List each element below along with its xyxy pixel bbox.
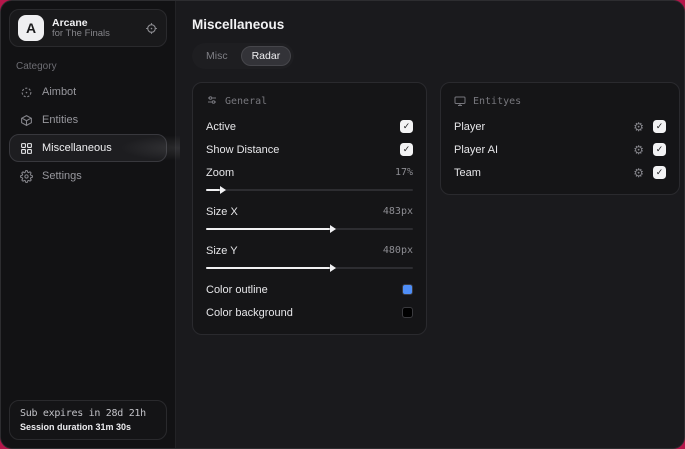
- setting-label: Zoom: [206, 166, 235, 179]
- sidebar-item-label: Entities: [42, 114, 79, 126]
- entity-label: Team: [454, 166, 481, 179]
- panel-general: General Active Show Distance Zoom 17%: [192, 82, 427, 335]
- setting-label: Active: [206, 120, 236, 133]
- app-name: Arcane: [52, 16, 88, 29]
- cube-icon: [19, 114, 33, 127]
- setting-row-size-x: Size X 483px: [206, 201, 413, 222]
- setting-row-active: Active: [206, 116, 413, 137]
- tab-radar[interactable]: Radar: [240, 46, 292, 66]
- color-outline-swatch[interactable]: [402, 284, 413, 295]
- show-distance-checkbox[interactable]: [400, 143, 413, 156]
- setting-row-zoom: Zoom 17%: [206, 162, 413, 183]
- player-checkbox[interactable]: [653, 120, 666, 133]
- session-duration-text: Session duration 31m 30s: [20, 422, 132, 432]
- entity-row-team: Team ⚙: [454, 162, 666, 183]
- size-x-slider-thumb: [206, 225, 337, 233]
- zoom-slider[interactable]: [206, 186, 413, 194]
- crosshair-icon: [19, 86, 33, 99]
- panel-title: Entityes: [473, 95, 522, 107]
- tab-misc[interactable]: Misc: [195, 46, 239, 66]
- size-y-slider[interactable]: [206, 264, 413, 272]
- sidebar-item-aimbot[interactable]: Aimbot: [9, 78, 167, 106]
- sidebar-nav: Aimbot Entities Miscellaneous Settings: [9, 78, 180, 190]
- team-checkbox[interactable]: [653, 166, 666, 179]
- setting-label: Size X: [206, 205, 238, 218]
- subscription-card: Sub expires in 28d 21h Session duration …: [9, 400, 167, 440]
- app-subtitle: for The Finals: [52, 27, 110, 39]
- gear-icon: [19, 169, 33, 183]
- grid-icon: [19, 142, 33, 155]
- category-label: Category: [16, 61, 57, 72]
- setting-row-color-background: Color background: [206, 302, 413, 323]
- gear-icon[interactable]: ⚙: [633, 144, 644, 156]
- sidebar: A Arcane for The Finals Category Aimbot …: [1, 1, 180, 448]
- setting-label: Color background: [206, 306, 293, 319]
- panel-title: General: [225, 95, 268, 107]
- sub-expires-text: Sub expires in 28d 21h: [20, 408, 146, 419]
- target-icon[interactable]: [145, 22, 158, 35]
- entity-row-player-ai: Player AI ⚙: [454, 139, 666, 160]
- entity-label: Player: [454, 120, 486, 133]
- setting-label: Size Y: [206, 244, 238, 257]
- sidebar-item-settings[interactable]: Settings: [9, 162, 167, 190]
- active-checkbox[interactable]: [400, 120, 413, 133]
- gear-icon[interactable]: ⚙: [633, 167, 644, 179]
- setting-row-show-distance: Show Distance: [206, 139, 413, 160]
- setting-row-size-y: Size Y 480px: [206, 240, 413, 261]
- size-y-slider-thumb: [206, 264, 337, 272]
- app-window: A Arcane for The Finals Category Aimbot …: [0, 0, 685, 449]
- zoom-slider-thumb: [206, 186, 228, 194]
- size-x-value: 483px: [382, 206, 413, 217]
- sidebar-item-label: Miscellaneous: [42, 142, 112, 154]
- setting-label: Show Distance: [206, 143, 280, 156]
- setting-row-color-outline: Color outline: [206, 279, 413, 300]
- sidebar-item-miscellaneous[interactable]: Miscellaneous: [9, 134, 180, 162]
- size-y-value: 480px: [382, 245, 413, 256]
- setting-label: Color outline: [206, 283, 268, 296]
- entity-label: Player AI: [454, 143, 499, 156]
- panel-entities: Entityes Player ⚙ Player AI ⚙: [440, 82, 680, 195]
- sidebar-item-label: Settings: [42, 170, 82, 182]
- main-content: Miscellaneous Misc Radar General Active …: [176, 1, 684, 448]
- app-header-card: A Arcane for The Finals: [9, 9, 167, 47]
- sliders-icon: [206, 95, 218, 107]
- color-background-swatch[interactable]: [402, 307, 413, 318]
- gear-icon[interactable]: ⚙: [633, 121, 644, 133]
- app-logo: A: [18, 15, 44, 41]
- sidebar-item-entities[interactable]: Entities: [9, 106, 167, 134]
- zoom-value: 17%: [394, 167, 413, 178]
- size-x-slider[interactable]: [206, 225, 413, 233]
- page-title: Miscellaneous: [192, 17, 285, 32]
- sidebar-item-label: Aimbot: [42, 86, 77, 98]
- monitor-icon: [454, 95, 466, 107]
- entity-row-player: Player ⚙: [454, 116, 666, 137]
- tab-bar: Misc Radar: [192, 43, 295, 69]
- player-ai-checkbox[interactable]: [653, 143, 666, 156]
